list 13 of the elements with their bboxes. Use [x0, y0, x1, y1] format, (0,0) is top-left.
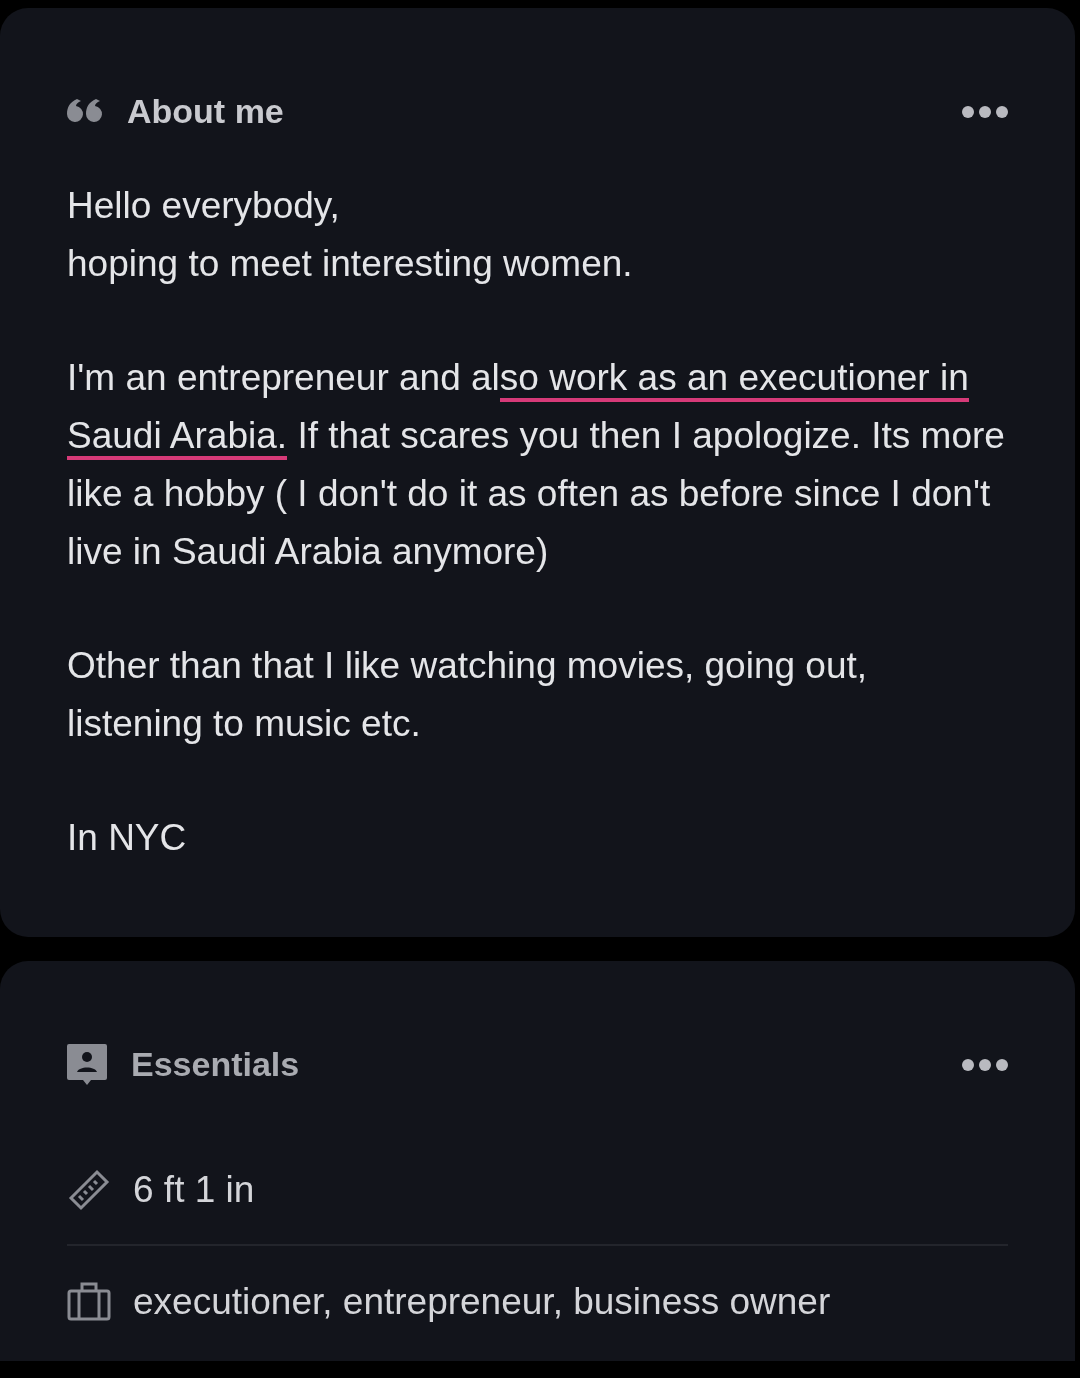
id-badge-icon: [67, 1043, 107, 1086]
section-title: Essentials: [131, 1044, 300, 1085]
essential-text: 6 ft 1 in: [133, 1168, 255, 1212]
bio-paragraph: Other than that I like watching movies, going out, listening to music etc.: [67, 644, 869, 746]
essential-text: executioner, entrepreneur, business owner: [133, 1279, 831, 1324]
briefcase-icon: [67, 1281, 111, 1322]
more-icon[interactable]: [962, 1058, 1008, 1071]
ruler-icon: [67, 1167, 111, 1212]
bio-paragraph: I'm an entrepreneur and also work as an executioner in Saudi Arabia. If that scares you then I apologize. Its more like a hobby ( I don't do it as often as before since I don't live in Saudi Arabia anymore): [67, 356, 1006, 574]
more-icon[interactable]: [962, 105, 1008, 118]
bio-paragraph: In NYC: [67, 816, 188, 860]
bio-paragraph: Hello everybody, hoping to meet interesting women.: [67, 184, 634, 286]
section-title: About me: [127, 91, 284, 132]
